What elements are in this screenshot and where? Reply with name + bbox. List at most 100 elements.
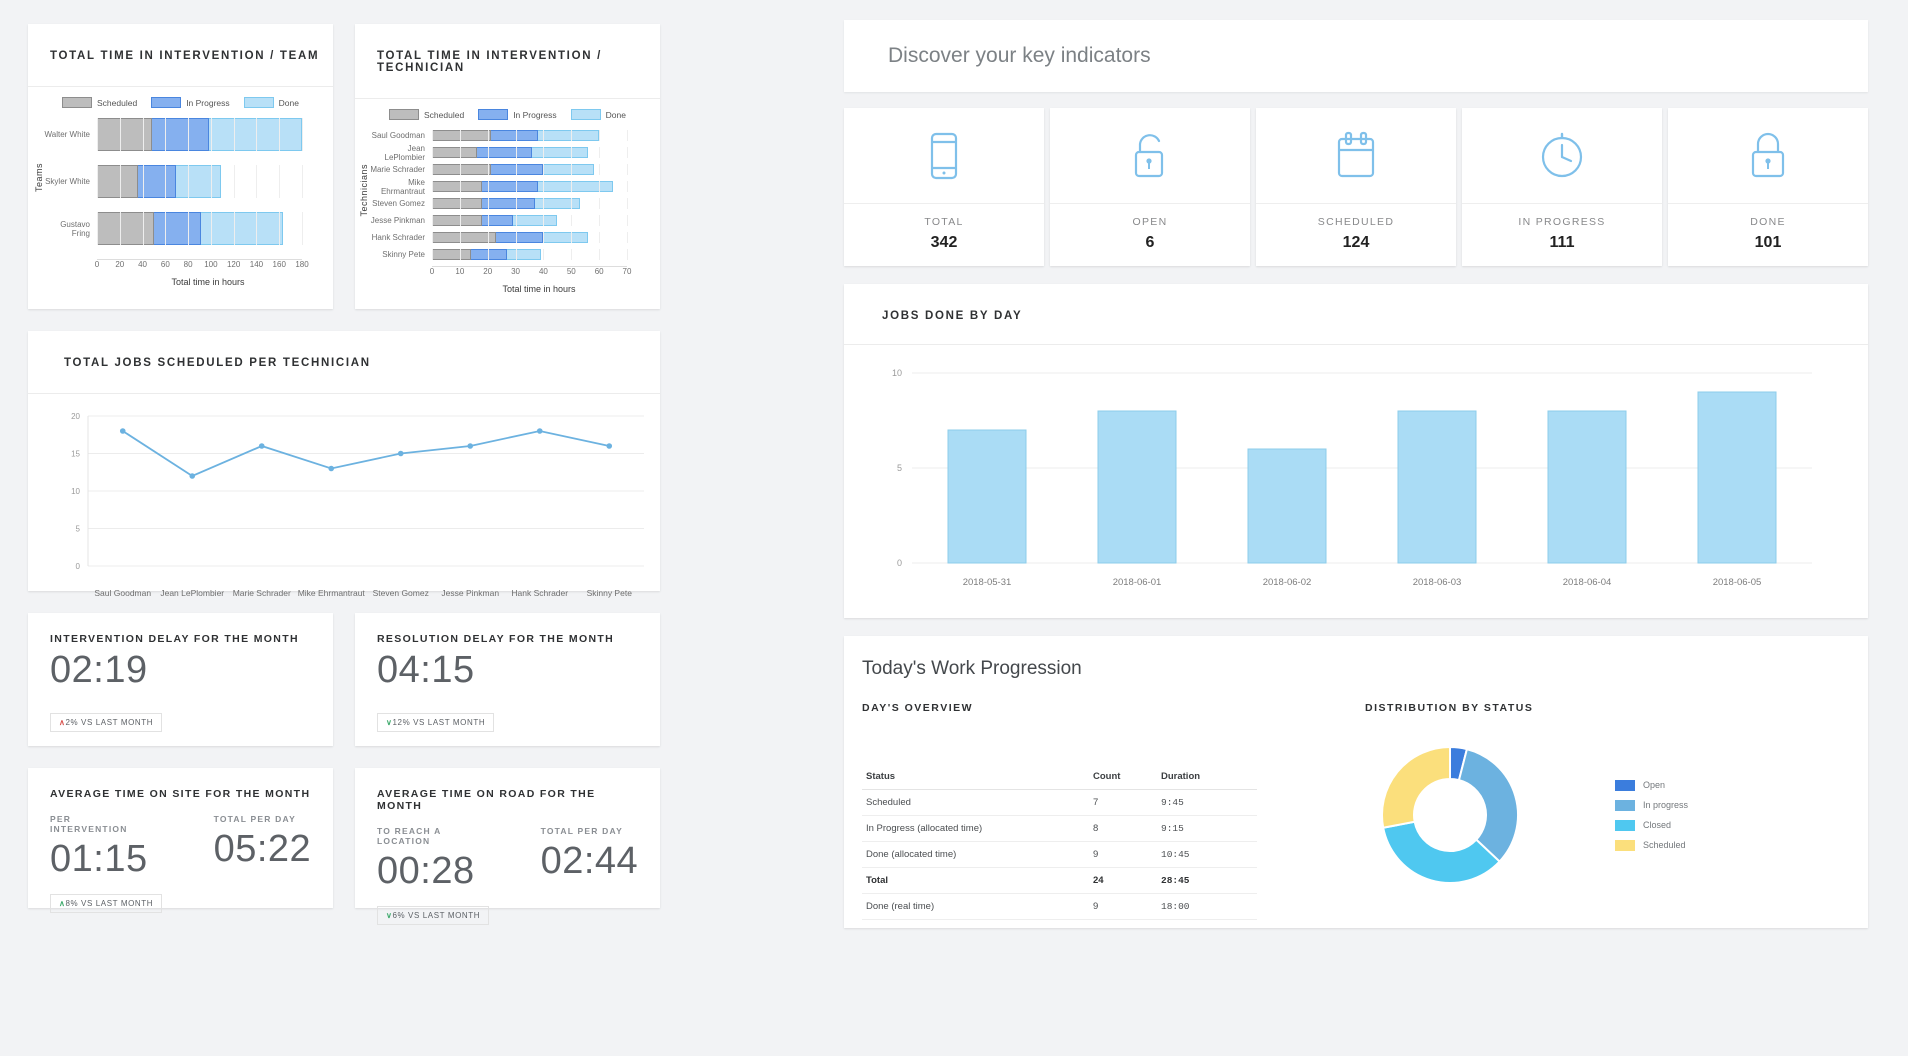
kpi-tile-in-progress[interactable]: IN PROGRESS 111 [1462,108,1662,266]
gridline [571,147,573,158]
gridline [97,118,98,151]
kpi-delta-text: 12% VS LAST MONTH [392,717,486,727]
bar-track [432,215,646,226]
bar-segment-done [543,232,588,243]
gridline [487,164,489,175]
team-chart-card: TOTAL TIME IN INTERVENTION / TEAM Schedu… [28,24,333,309]
gridline [487,215,489,226]
gridline [432,215,433,226]
gridline [627,181,628,192]
bar-segment-scheduled [432,147,477,158]
x-axis-label: 2018-06-04 [1563,577,1612,588]
bar [1547,410,1627,564]
gridline [543,215,545,226]
gridline [279,165,281,198]
jobs-done-by-day-plot: 0 5 10 2018-05-31 2018-06-01 2018-06-02 2018-0… [844,345,1868,618]
kpi-delta-text: 6% VS LAST MONTH [392,910,481,920]
kpi-tile-total[interactable]: TOTAL 342 [844,108,1044,266]
gridline [432,249,433,260]
legend-item-scheduled: Scheduled [389,109,464,120]
kpi-tile-open[interactable]: OPEN 6 [1050,108,1250,266]
line-chart-x-labels: Saul Goodman Jean LePlombier Marie Schrade… [88,588,644,598]
bar-track [97,165,319,198]
legend-swatch-done [243,97,274,108]
kpi-tile-scheduled[interactable]: SCHEDULED 124 [1256,108,1456,266]
left-column: TOTAL TIME IN INTERVENTION / TEAM Schedu… [0,0,820,1056]
gridline [599,215,601,226]
donut-legend-item[interactable]: In progress [1615,799,1688,811]
donut-legend-item[interactable]: Open [1615,779,1688,791]
jobs-per-technician-plot: 0 5 10 15 20 Saul Goodman Jean LePlombier Mari… [28,394,660,606]
kpi-avg-time-on-road: AVERAGE TIME ON ROAD FOR THE MONTH TO RE… [355,768,660,925]
bar-segment-done [535,198,580,209]
donut-legend-item[interactable]: Scheduled [1615,839,1688,851]
bar-segment-scheduled [432,130,491,141]
gridline [302,165,303,198]
x-axis-label: Marie Schrader [232,588,291,598]
jobs-done-by-day-card: JOBS DONE BY DAY 0 5 10 2018-05-31 2018-06-0… [844,284,1868,618]
donut-legend: Open In progress Closed Scheduled [1615,779,1688,851]
axis-tick: 100 [204,260,218,269]
kpi-sub-value: 05:22 [213,828,312,870]
gridline [165,212,167,245]
axis-tick: 60 [594,267,604,276]
legend-item-in-progress: In Progress [478,109,557,120]
gridline [188,165,190,198]
kpi-delta-badge: ∨6% VS LAST MONTH [377,905,490,925]
gridline [459,130,461,141]
axis-tick: 160 [272,260,286,269]
bar-chart-svg: 0 5 10 2018-05-31 2018-06-01 2018-06-02 2018-0… [892,368,1812,588]
team-chart-y-axis-label: Teams [34,163,44,193]
bar-segment-done [200,212,283,245]
jobs-per-technician-card: TOTAL JOBS SCHEDULED PER TECHNICIAN 0 5 10… [28,331,660,598]
gridline [459,164,461,175]
bar-track [432,147,646,158]
bar-segment-scheduled [432,232,497,243]
legend-label-done: Done [605,109,626,120]
legend-swatch-scheduled [389,109,420,120]
bar-track [432,164,646,175]
legend-swatch-in-progress [478,109,509,120]
cell-count: 24 [1089,867,1157,894]
data-point [397,450,404,457]
kpi-tile-value: 101 [1754,234,1782,251]
cell-duration: 18:00 [1157,893,1257,920]
calendar-icon [1256,108,1456,203]
y-axis-tick: 10 [892,368,902,378]
cell-duration: 9:45 [1157,789,1257,816]
y-axis-tick: 20 [71,412,80,421]
gridline [515,232,517,243]
donut-legend-item[interactable]: Closed [1615,819,1688,831]
kpi-intervention-delay: INTERVENTION DELAY FOR THE MONTH 02:19 ∧… [28,613,333,746]
gridline [432,181,433,192]
kpi-title: RESOLUTION DELAY FOR THE MONTH [377,633,615,645]
table-row: Done (allocated time) 9 10:45 [862,841,1257,868]
bar-row: Skinny Pete [369,249,646,260]
team-chart-x-axis-label: Total time in hours [171,277,245,287]
bar-category-label: Steven Gomez [372,199,425,208]
y-axis-tick: 0 [897,558,902,568]
gridline [627,164,628,175]
x-axis-label: Skinny Pete [586,588,632,598]
kpi-tile-label: TOTAL [924,216,964,228]
kpi-tile-done[interactable]: DONE 101 [1668,108,1868,266]
gridline [515,181,517,192]
kpi-delta-badge: ∧8% VS LAST MONTH [50,893,163,913]
x-axis-label: Jean LePlombier [160,588,225,598]
x-axis-label: Mike Ehrmantraut [297,588,365,598]
donut-legend-swatch [1615,799,1635,811]
unlock-icon [1050,108,1250,203]
axis-tick: 140 [249,260,264,269]
technician-chart-x-ticks: 0 10 20 30 40 50 60 70 [430,267,646,281]
legend-label-in-progress: In Progress [513,109,557,120]
bar-row: Mike Ehrmantraut [369,178,646,196]
gridline [515,164,517,175]
gridline [487,130,489,141]
gridline [432,164,433,175]
gridline [571,164,573,175]
kpi-avg-time-on-site: AVERAGE TIME ON SITE FOR THE MONTH PER I… [28,768,333,913]
technician-chart-card: TOTAL TIME IN INTERVENTION / TECHNICIAN … [355,24,660,309]
gridline [210,212,212,245]
team-chart-title: TOTAL TIME IN INTERVENTION / TEAM [28,24,333,87]
kpi-tile-footer: TOTAL 342 [844,203,1044,266]
